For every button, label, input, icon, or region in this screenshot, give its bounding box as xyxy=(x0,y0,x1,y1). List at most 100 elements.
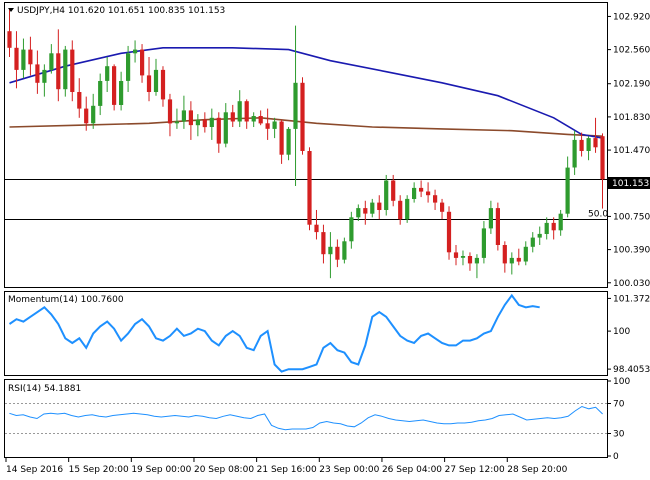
price-tick-label: 102.560 xyxy=(613,46,650,56)
price-tick-label: 101.470 xyxy=(613,146,650,156)
candle-body xyxy=(84,108,89,124)
candle-body xyxy=(251,116,256,122)
candle-body xyxy=(328,246,333,255)
time-tick-label: 27 Sep 12:00 xyxy=(445,465,505,475)
candle-body xyxy=(502,245,507,264)
candle-body xyxy=(537,233,542,238)
candle-body xyxy=(523,246,528,262)
candle-body xyxy=(174,121,179,124)
rsi-tick-label: 30 xyxy=(613,430,625,440)
candle-body xyxy=(112,66,117,105)
candle-body xyxy=(384,180,389,210)
candle-body xyxy=(244,101,249,122)
candle-body xyxy=(544,222,549,234)
price-tick-label: 102.920 xyxy=(613,12,650,22)
candle-body xyxy=(49,53,54,70)
candle-body xyxy=(237,101,242,122)
candle-body xyxy=(265,123,270,129)
candle-body xyxy=(230,112,235,122)
candle-body xyxy=(202,119,207,128)
candle-body xyxy=(98,81,103,106)
candle-body xyxy=(216,117,221,144)
candle-body xyxy=(426,191,431,196)
candle-body xyxy=(160,69,166,100)
price-tick-label: 100.030 xyxy=(613,279,650,289)
time-axis: 14 Sep 2016 15 Sep 20:00 19 Sep 00:00 20 Se… xyxy=(5,458,568,475)
candle-body xyxy=(56,53,61,90)
current-price-label: 101.153 xyxy=(612,179,649,189)
rsi-axis: 100 70 30 0 xyxy=(607,377,630,462)
candle-body xyxy=(481,228,486,258)
candle-body xyxy=(446,211,452,253)
candle-body xyxy=(167,99,173,124)
candle-body xyxy=(321,232,326,255)
time-tick-label: 20 Sep 08:00 xyxy=(194,465,254,475)
candle-body xyxy=(209,117,214,127)
main-panel-frame xyxy=(4,2,608,288)
level-label: 50.0 xyxy=(588,210,608,220)
candle-body xyxy=(314,224,319,233)
candle-body xyxy=(188,110,193,126)
candle-body xyxy=(398,200,403,220)
candle-body xyxy=(279,121,284,155)
candle-body xyxy=(307,151,312,225)
candle-body xyxy=(105,66,110,81)
candle-body xyxy=(433,195,438,203)
candle-body xyxy=(460,256,466,258)
rsi-label: RSI(14) 54.1881 xyxy=(8,384,81,394)
time-tick-label: 14 Sep 2016 xyxy=(6,465,63,475)
candle-body xyxy=(195,119,200,126)
candle-body xyxy=(28,49,33,65)
time-tick-label: 19 Sep 00:00 xyxy=(131,465,191,475)
candle-body xyxy=(558,213,563,231)
candle-body xyxy=(377,202,382,210)
candle-body xyxy=(258,116,263,124)
candle-body xyxy=(21,49,26,70)
candle-body xyxy=(293,82,298,129)
candle-body xyxy=(530,237,535,247)
momentum-tick-label: 101.3729 xyxy=(613,294,650,304)
candle-body xyxy=(440,202,445,212)
rsi-tick-label: 0 xyxy=(613,452,619,462)
candle-body xyxy=(467,256,473,264)
candle-body xyxy=(153,69,159,92)
candle-body xyxy=(453,252,459,258)
candle-body xyxy=(272,121,277,129)
candle-body xyxy=(63,49,68,90)
candle-body xyxy=(370,202,375,214)
candle-body xyxy=(35,64,40,83)
candle-body xyxy=(119,81,124,105)
candle-body xyxy=(474,257,479,264)
candle-body xyxy=(412,187,417,199)
price-tick-label: 102.190 xyxy=(613,80,650,90)
candle-body xyxy=(223,112,228,144)
candle-body xyxy=(146,75,152,92)
momentum-label: Momentum(14) 100.7600 xyxy=(8,295,124,305)
candle-body xyxy=(133,49,138,54)
candle-body xyxy=(7,31,12,48)
candle-body xyxy=(140,49,145,76)
candle-body xyxy=(600,136,605,180)
price-tick-label: 101.830 xyxy=(613,113,650,123)
chart-title: USDJPY,H4 101.620 101.651 100.835 101.15… xyxy=(17,6,225,16)
candle-body xyxy=(42,69,47,83)
time-tick-label: 23 Sep 00:00 xyxy=(319,465,379,475)
candle-body xyxy=(300,82,305,151)
price-tick-label: 100.390 xyxy=(613,246,650,256)
candle-body xyxy=(363,208,368,214)
rsi-panel-frame xyxy=(4,379,608,458)
candle-body xyxy=(405,198,410,220)
rsi-tick-label: 70 xyxy=(613,400,625,410)
candle-body xyxy=(70,49,75,92)
candle-body xyxy=(488,208,493,229)
candle-body xyxy=(572,139,577,168)
candle-body xyxy=(586,138,591,151)
candle-body xyxy=(551,222,556,231)
rsi-tick-label: 100 xyxy=(613,377,630,387)
candle-body xyxy=(356,208,361,218)
time-tick-label: 21 Sep 16:00 xyxy=(257,465,317,475)
price-tick-label: 100.750 xyxy=(613,212,650,222)
time-tick-label: 26 Sep 04:00 xyxy=(382,465,442,475)
momentum-tick-label: 98.4053 xyxy=(613,365,650,375)
chart-canvas: 50.0 102.920 102.560 102.190 101.830 101.470… xyxy=(4,2,650,475)
